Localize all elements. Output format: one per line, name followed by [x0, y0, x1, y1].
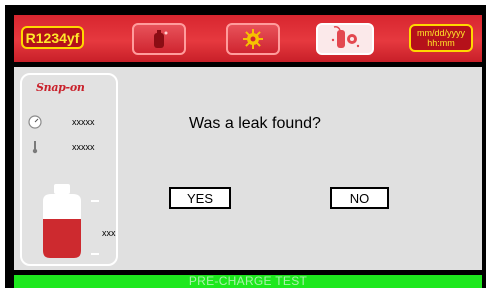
- pressure-row: xxxxx: [28, 115, 95, 129]
- datetime-display: mm/dd/yyyy hh:mm: [409, 24, 473, 52]
- refrigerant-canister-icon: [43, 184, 81, 258]
- status-text: PRE-CHARGE TEST: [188, 274, 308, 288]
- leak-question: Was a leak found?: [189, 115, 321, 132]
- gear-icon: [243, 29, 263, 49]
- time-format: hh:mm: [427, 38, 455, 48]
- main-content: Snap-on xxxxx xxxxx xxx Was a leak found…: [14, 67, 482, 270]
- yes-button[interactable]: YES: [169, 187, 231, 209]
- header-bar: R1234yf mm/dd/yyyy hh:mm: [14, 15, 482, 62]
- canister-button[interactable]: [132, 23, 186, 55]
- refrigerant-label: R1234yf: [25, 29, 80, 46]
- device-screen: R1234yf mm/dd/yyyy hh:mm Snap-on xxxxx x…: [5, 5, 486, 288]
- pressure-value: xxxxx: [72, 117, 95, 127]
- no-button-label: NO: [349, 190, 370, 206]
- canister-icon: [154, 30, 168, 48]
- yes-button-label: YES: [186, 190, 213, 206]
- temperature-value: xxxxx: [72, 142, 95, 152]
- refrigerant-badge: R1234yf: [21, 26, 84, 49]
- canister-tick-lower: [91, 253, 99, 255]
- status-side-panel: Snap-on xxxxx xxxxx xxx: [20, 73, 118, 266]
- date-format: mm/dd/yyyy: [416, 28, 465, 38]
- leak-test-button[interactable]: [316, 23, 374, 55]
- settings-button[interactable]: [226, 23, 280, 55]
- brand-logo: Snap-on: [36, 81, 85, 94]
- temperature-row: xxxxx: [28, 140, 95, 154]
- no-button[interactable]: NO: [330, 187, 389, 209]
- thermometer-icon: [32, 141, 38, 154]
- canister-value: xxx: [102, 228, 116, 238]
- leak-test-icon: [331, 26, 360, 48]
- pressure-gauge-icon: [28, 115, 42, 129]
- canister-tick-upper: [91, 200, 99, 202]
- status-bar: PRE-CHARGE TEST: [14, 275, 482, 288]
